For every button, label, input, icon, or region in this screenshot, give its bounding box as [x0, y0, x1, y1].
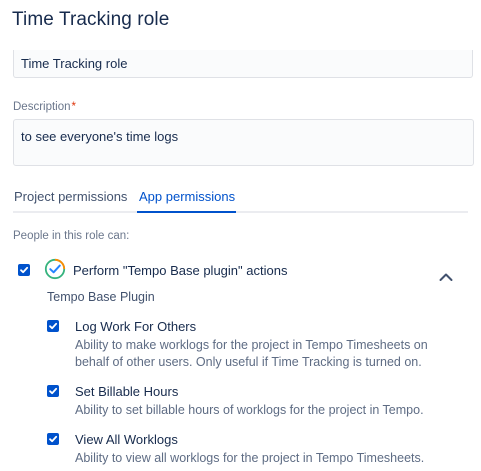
check-icon	[49, 322, 58, 330]
tempo-check-icon	[44, 258, 66, 280]
permission-title: View All Worklogs	[75, 432, 178, 447]
permission-description: Ability to make worklogs for the project…	[75, 337, 450, 371]
active-tab-indicator	[137, 211, 236, 213]
role-name-field[interactable]: Time Tracking role	[13, 50, 473, 78]
permission-title: Set Billable Hours	[75, 384, 179, 399]
app-permission-checkbox[interactable]	[18, 264, 30, 276]
plugin-name: Tempo Base Plugin	[47, 290, 155, 304]
description-field[interactable]: to see everyone's time logs	[13, 119, 474, 166]
page-title: Time Tracking role	[12, 9, 170, 30]
permission-tabs: Project permissions App permissions	[13, 188, 468, 213]
check-icon	[49, 387, 58, 395]
description-label: Description*	[13, 101, 76, 113]
check-icon	[20, 266, 29, 274]
tab-project-permissions[interactable]: Project permissions	[14, 189, 127, 204]
permissions-intro: People in this role can:	[13, 230, 130, 242]
view-all-worklogs-checkbox[interactable]	[47, 433, 59, 445]
app-permission-title: Perform "Tempo Base plugin" actions	[73, 263, 288, 278]
description-label-text: Description	[13, 101, 71, 113]
log-work-for-others-checkbox[interactable]	[47, 320, 59, 332]
check-icon	[49, 435, 58, 443]
chevron-up-icon[interactable]	[437, 270, 455, 284]
permission-title: Log Work For Others	[75, 319, 197, 334]
permission-description-line: behalf of other users. Only useful if Ti…	[75, 355, 422, 369]
required-marker: *	[71, 101, 77, 113]
permission-description-line: Ability to make worklogs for the project…	[75, 338, 428, 352]
permission-description: Ability to view all worklogs for the pro…	[75, 451, 425, 465]
tab-app-permissions[interactable]: App permissions	[139, 189, 235, 204]
set-billable-hours-checkbox[interactable]	[47, 385, 59, 397]
permission-description: Ability to set billable hours of worklog…	[75, 403, 424, 417]
